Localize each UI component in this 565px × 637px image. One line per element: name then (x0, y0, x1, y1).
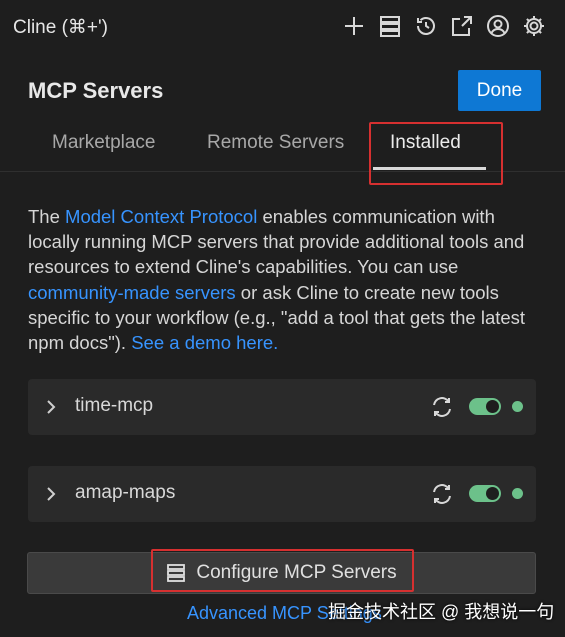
titlebar-actions (341, 12, 547, 40)
demo-link[interactable]: See a demo here. (131, 332, 278, 353)
chevron-right-icon[interactable] (44, 397, 58, 417)
app-title: Cline (⌘+') (13, 16, 108, 38)
popout-icon[interactable] (449, 12, 475, 40)
toggle-knob (486, 487, 499, 500)
restart-icon[interactable] (429, 394, 455, 420)
gear-icon[interactable] (521, 12, 547, 40)
mcp-description: The Model Context Protocol enables commu… (28, 204, 538, 355)
server-list-icon[interactable] (377, 12, 403, 40)
account-icon[interactable] (485, 12, 511, 40)
server-enable-toggle[interactable] (469, 398, 501, 415)
toggle-knob (486, 400, 499, 413)
server-status-dot (512, 488, 523, 499)
server-name: amap-maps (75, 482, 176, 503)
desc-text-1: The (28, 206, 66, 227)
tab-marketplace[interactable]: Marketplace (52, 132, 156, 154)
watermark: 掘金技术社区 @ 我想说一句 (328, 602, 555, 622)
plus-icon[interactable] (341, 12, 367, 40)
server-status-dot (512, 401, 523, 412)
highlight-box-configure (151, 549, 414, 592)
restart-icon[interactable] (429, 481, 455, 507)
model-context-protocol-link[interactable]: Model Context Protocol (65, 206, 257, 227)
mcp-header: MCP Servers Done (28, 70, 541, 112)
server-enable-toggle[interactable] (469, 485, 501, 502)
titlebar: Cline (⌘+') (0, 0, 565, 54)
server-name: time-mcp (75, 395, 154, 416)
history-icon[interactable] (413, 12, 439, 40)
community-servers-link[interactable]: community-made servers (28, 282, 236, 303)
tab-remote-servers[interactable]: Remote Servers (207, 132, 344, 154)
chevron-right-icon[interactable] (44, 484, 58, 504)
done-button[interactable]: Done (458, 70, 541, 111)
highlight-box-installed (369, 122, 503, 185)
server-row-amap-maps[interactable]: amap-maps (28, 466, 536, 522)
server-row-time-mcp[interactable]: time-mcp (28, 379, 536, 435)
page-title: MCP Servers (28, 78, 164, 103)
